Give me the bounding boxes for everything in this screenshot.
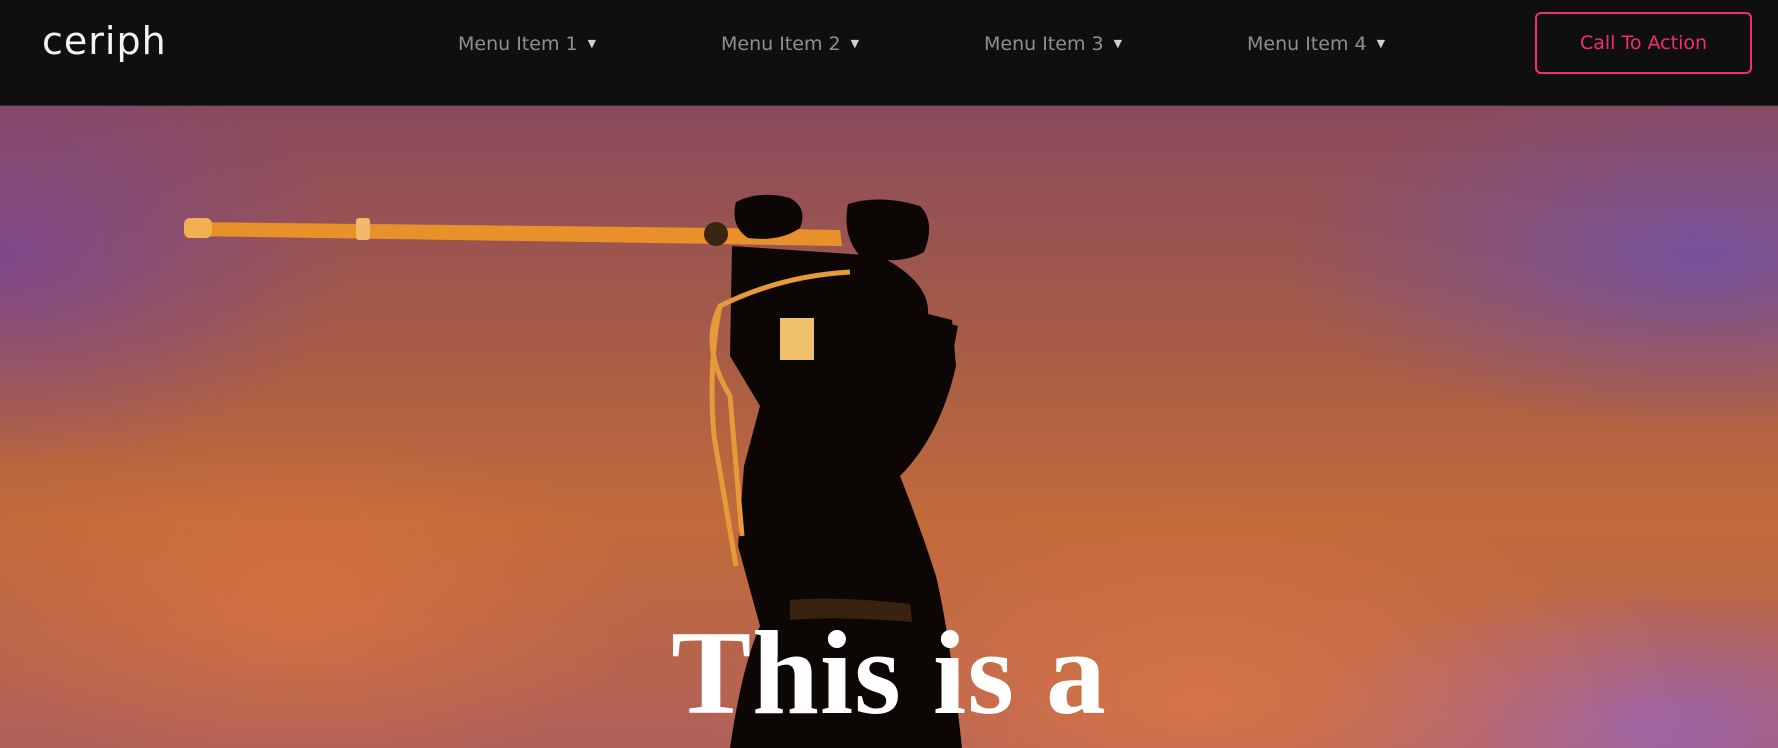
call-to-action-button[interactable]: Call To Action [1535,12,1752,74]
nav-label: Menu Item 3 [984,33,1104,55]
nav-menu-item-2[interactable]: Menu Item 2 ▼ [721,30,859,58]
caret-down-icon: ▼ [850,37,860,50]
nav-menu-item-1[interactable]: Menu Item 1 ▼ [458,30,596,58]
site-header: ceriph Menu Item 1 ▼ Menu Item 2 ▼ Menu It… [0,0,1778,106]
caret-down-icon: ▼ [1113,37,1123,50]
nav-label: Menu Item 2 [721,33,841,55]
logo[interactable]: ceriph [42,20,167,62]
caret-down-icon: ▼ [1376,37,1386,50]
caret-down-icon: ▼ [587,37,597,50]
hero-section: This is a [0,106,1778,748]
nav-menu-item-3[interactable]: Menu Item 3 ▼ [984,30,1122,58]
nav-label: Menu Item 4 [1247,33,1367,55]
nav-label: Menu Item 1 [458,33,578,55]
nav-menu-item-4[interactable]: Menu Item 4 ▼ [1247,30,1385,58]
logo-text: ceriph [42,19,167,63]
hero-heading: This is a [671,606,1107,739]
name-tag [780,318,814,360]
